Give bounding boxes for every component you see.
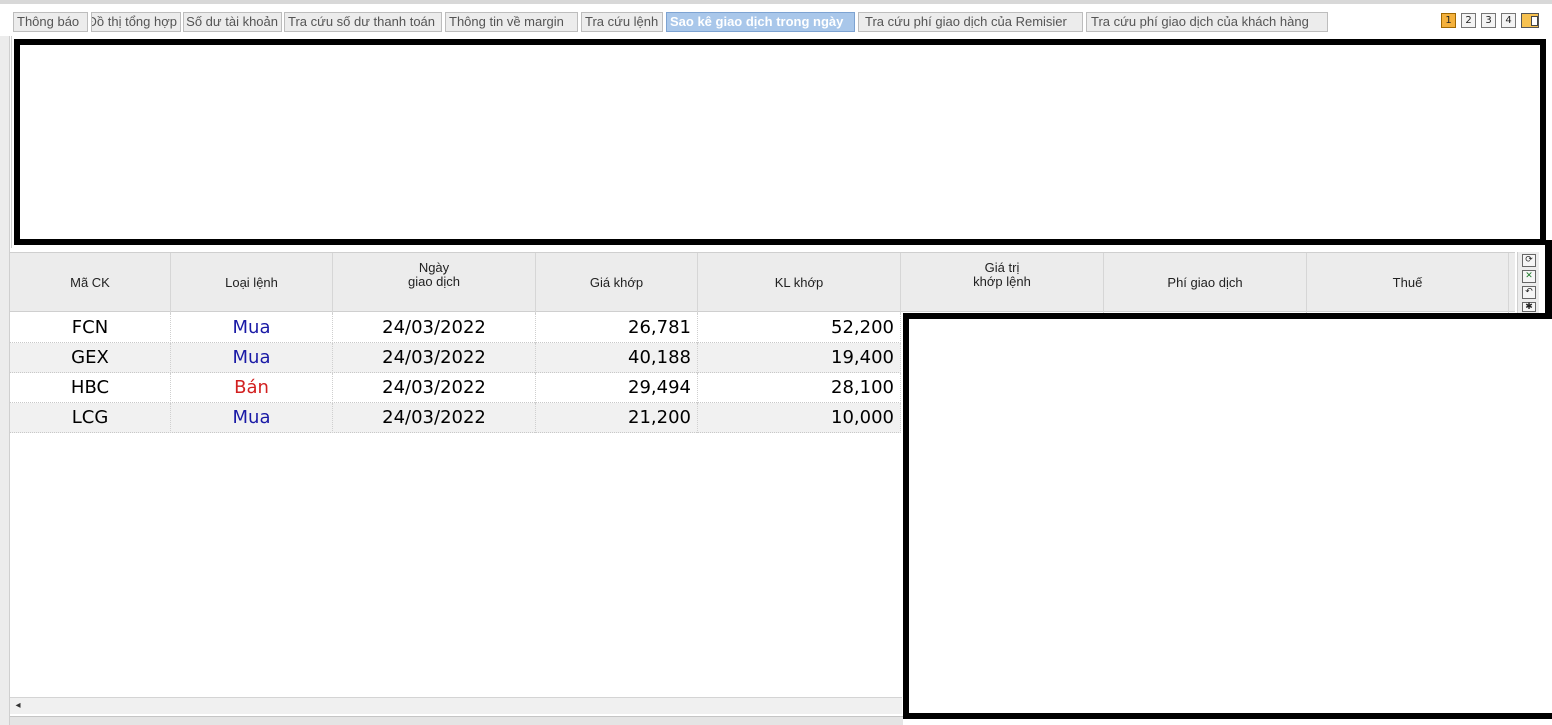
- cell-ngay: 24/03/2022: [333, 403, 536, 433]
- table-row[interactable]: GEX Mua 24/03/2022 40,188 19,400: [10, 343, 901, 373]
- cell-ma-ck: GEX: [10, 343, 171, 373]
- left-edge: [0, 36, 10, 725]
- cell-loai-lenh: Bán: [171, 373, 333, 403]
- cell-gia-khop: 26,781: [536, 313, 698, 343]
- scroll-left-icon[interactable]: ◂: [11, 699, 25, 713]
- tab-tra-cuu-lenh[interactable]: Tra cứu lệnh: [581, 12, 663, 32]
- cell-ngay: 24/03/2022: [333, 343, 536, 373]
- tab-do-thi-tong-hop[interactable]: Đồ thị tổng hợp: [91, 12, 181, 32]
- col-header-gia-tri-khop-lenh[interactable]: Giá trị khớp lệnh: [901, 253, 1104, 313]
- tab-sao-ke-giao-dich[interactable]: Sao kê giao dịch trong ngày: [666, 12, 855, 32]
- table-row[interactable]: LCG Mua 24/03/2022 21,200 10,000: [10, 403, 901, 433]
- cell-gia-khop: 29,494: [536, 373, 698, 403]
- cell-ma-ck: LCG: [10, 403, 171, 433]
- col-header-phi-giao-dich[interactable]: Phí giao dịch: [1104, 253, 1307, 313]
- cell-ma-ck: HBC: [10, 373, 171, 403]
- status-bar: [10, 716, 903, 725]
- table-row[interactable]: FCN Mua 24/03/2022 26,781 52,200: [10, 313, 901, 343]
- cell-gia-khop: 40,188: [536, 343, 698, 373]
- undo-icon[interactable]: ↶: [1522, 286, 1536, 299]
- col-header-kl-khop[interactable]: KL khớp: [698, 253, 901, 313]
- page-button-3[interactable]: 3: [1481, 13, 1496, 28]
- cell-kl-khop: 19,400: [698, 343, 901, 373]
- tab-thong-tin-margin[interactable]: Thông tin về margin: [445, 12, 578, 32]
- cell-gia-khop: 21,200: [536, 403, 698, 433]
- cell-kl-khop: 28,100: [698, 373, 901, 403]
- tab-thong-bao[interactable]: Thông báo: [13, 12, 88, 32]
- cell-kl-khop: 10,000: [698, 403, 901, 433]
- layout-toggle-icon[interactable]: [1521, 13, 1539, 28]
- cell-ngay: 24/03/2022: [333, 373, 536, 403]
- col-header-ngay-giao-dich[interactable]: Ngày giao dịch: [333, 253, 536, 313]
- col-header-loai-lenh[interactable]: Loại lệnh: [171, 253, 333, 313]
- page-button-2[interactable]: 2: [1461, 13, 1476, 28]
- redacted-area-right: [903, 313, 1552, 719]
- cell-ngay: 24/03/2022: [333, 313, 536, 343]
- redacted-area-top: [14, 39, 1546, 245]
- cell-loai-lenh: Mua: [171, 313, 333, 343]
- page-button-1[interactable]: 1: [1441, 13, 1456, 28]
- tab-phi-khach-hang[interactable]: Tra cứu phí giao dịch của khách hàng: [1086, 12, 1328, 32]
- tab-phi-remisier[interactable]: Tra cứu phí giao dịch của Remisier: [858, 12, 1083, 32]
- star-icon[interactable]: ✱: [1522, 302, 1536, 312]
- grid-toolbar: ⟳ ✕ ↶ ✱: [1517, 252, 1539, 314]
- redaction-divider: [1545, 240, 1552, 318]
- tab-so-du-tai-khoan[interactable]: Số dư tài khoản: [183, 12, 282, 32]
- cell-kl-khop: 52,200: [698, 313, 901, 343]
- cell-loai-lenh: Mua: [171, 403, 333, 433]
- col-header-thue[interactable]: Thuế: [1307, 253, 1509, 313]
- horizontal-scrollbar[interactable]: ◂: [10, 697, 902, 714]
- page-button-4[interactable]: 4: [1501, 13, 1516, 28]
- refresh-icon[interactable]: ⟳: [1522, 254, 1536, 267]
- col-header-gia-khop[interactable]: Giá khớp: [536, 253, 698, 313]
- col-header-ma-ck[interactable]: Mã CK: [10, 253, 171, 313]
- tab-tra-cuu-so-du-thanh-toan[interactable]: Tra cứu số dư thanh toán: [284, 12, 442, 32]
- excel-export-icon[interactable]: ✕: [1522, 270, 1536, 283]
- table-row[interactable]: HBC Bán 24/03/2022 29,494 28,100: [10, 373, 901, 403]
- tab-bar: Thông báo Đồ thị tổng hợp Số dư tài khoả…: [0, 0, 1552, 36]
- cell-ma-ck: FCN: [10, 313, 171, 343]
- cell-loai-lenh: Mua: [171, 343, 333, 373]
- grid-header: Mã CK Loại lệnh Ngày giao dịch Giá khớp K…: [10, 252, 1515, 313]
